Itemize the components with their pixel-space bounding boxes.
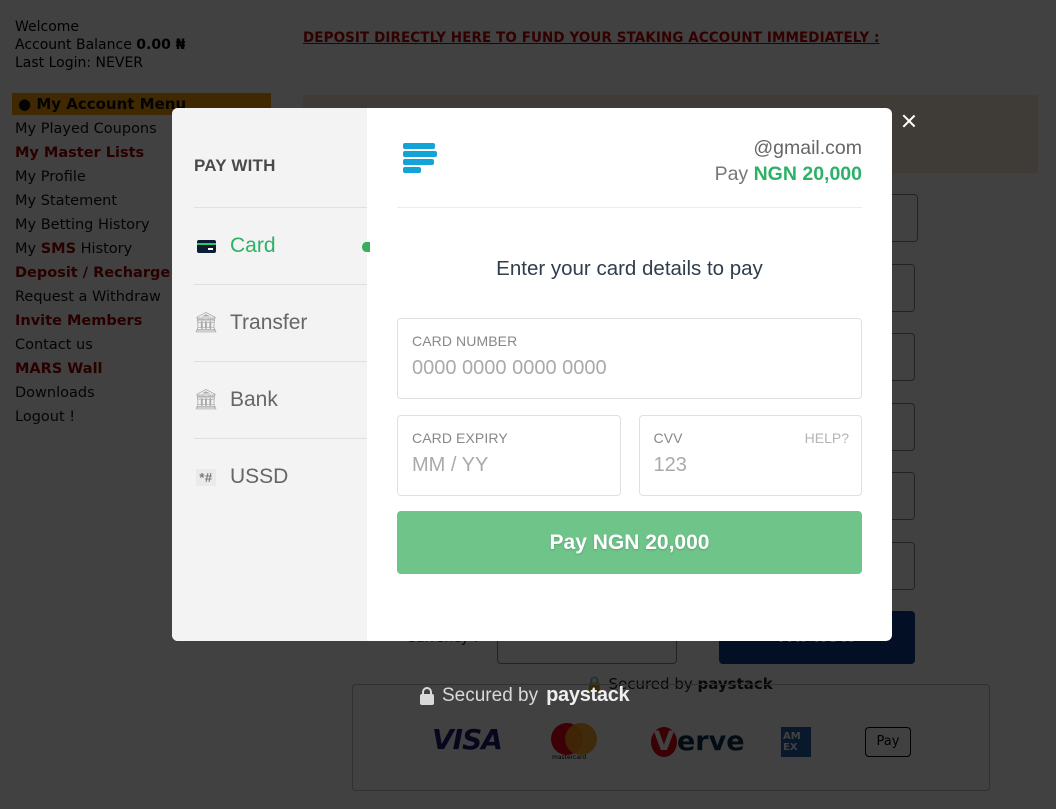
channel-transfer-label: Transfer <box>230 311 308 334</box>
secured-by-paystack: Secured by paystack <box>420 684 630 707</box>
cvv-label: CVV <box>653 430 683 446</box>
channel-transfer[interactable]: 🏛 Transfer <box>193 284 367 361</box>
ussd-icon: *# <box>196 468 216 486</box>
cvv-help-link[interactable]: HELP? <box>805 430 849 446</box>
close-icon[interactable] <box>900 112 918 130</box>
card-expiry-field[interactable]: CARD EXPIRY <box>397 415 621 496</box>
pay-with-label: PAY WITH <box>194 156 276 175</box>
card-number-input[interactable] <box>412 357 806 380</box>
credit-card-icon <box>196 239 216 253</box>
paystack-checkout-modal: PAY WITH Card 🏛 Transfer 🏛 Bank *# USSD … <box>172 108 892 641</box>
bank-transfer-icon: 🏛 <box>193 312 219 334</box>
channel-card[interactable]: Card <box>194 207 370 284</box>
card-instruction: Enter your card details to pay <box>496 257 763 280</box>
paystack-logo-text: paystack <box>546 684 630 706</box>
secured-prefix-text: Secured by <box>442 684 539 706</box>
channel-ussd-label: USSD <box>230 465 289 488</box>
payment-channels-sidebar: PAY WITH Card 🏛 Transfer 🏛 Bank *# USSD <box>172 108 370 641</box>
channel-ussd[interactable]: *# USSD <box>194 438 367 515</box>
channel-bank[interactable]: 🏛 Bank <box>193 361 367 438</box>
lock-icon <box>420 686 434 705</box>
channel-card-label: Card <box>230 234 276 257</box>
customer-email: @gmail.com <box>753 137 862 159</box>
pay-button[interactable]: Pay NGN 20,000 <box>397 511 862 574</box>
payment-amount: Pay NGN 20,000 <box>715 163 862 186</box>
channel-bank-label: Bank <box>230 388 278 411</box>
amount-value: NGN 20,000 <box>753 163 862 185</box>
checkout-main-panel: @gmail.com Pay NGN 20,000 Enter your car… <box>367 108 892 641</box>
card-expiry-input[interactable] <box>412 454 601 477</box>
bank-icon: 🏛 <box>193 389 219 411</box>
expiry-cvv-row: CARD EXPIRY CVV HELP? <box>397 415 862 496</box>
amount-prefix: Pay <box>714 163 749 185</box>
card-number-label: CARD NUMBER <box>412 333 518 349</box>
checkout-header: @gmail.com Pay NGN 20,000 <box>397 108 862 208</box>
card-expiry-label: CARD EXPIRY <box>412 430 508 446</box>
merchant-logo-icon <box>403 143 437 175</box>
cvv-field[interactable]: CVV HELP? <box>638 415 862 496</box>
card-number-field[interactable]: CARD NUMBER <box>397 318 862 399</box>
cvv-input[interactable] <box>653 454 842 477</box>
